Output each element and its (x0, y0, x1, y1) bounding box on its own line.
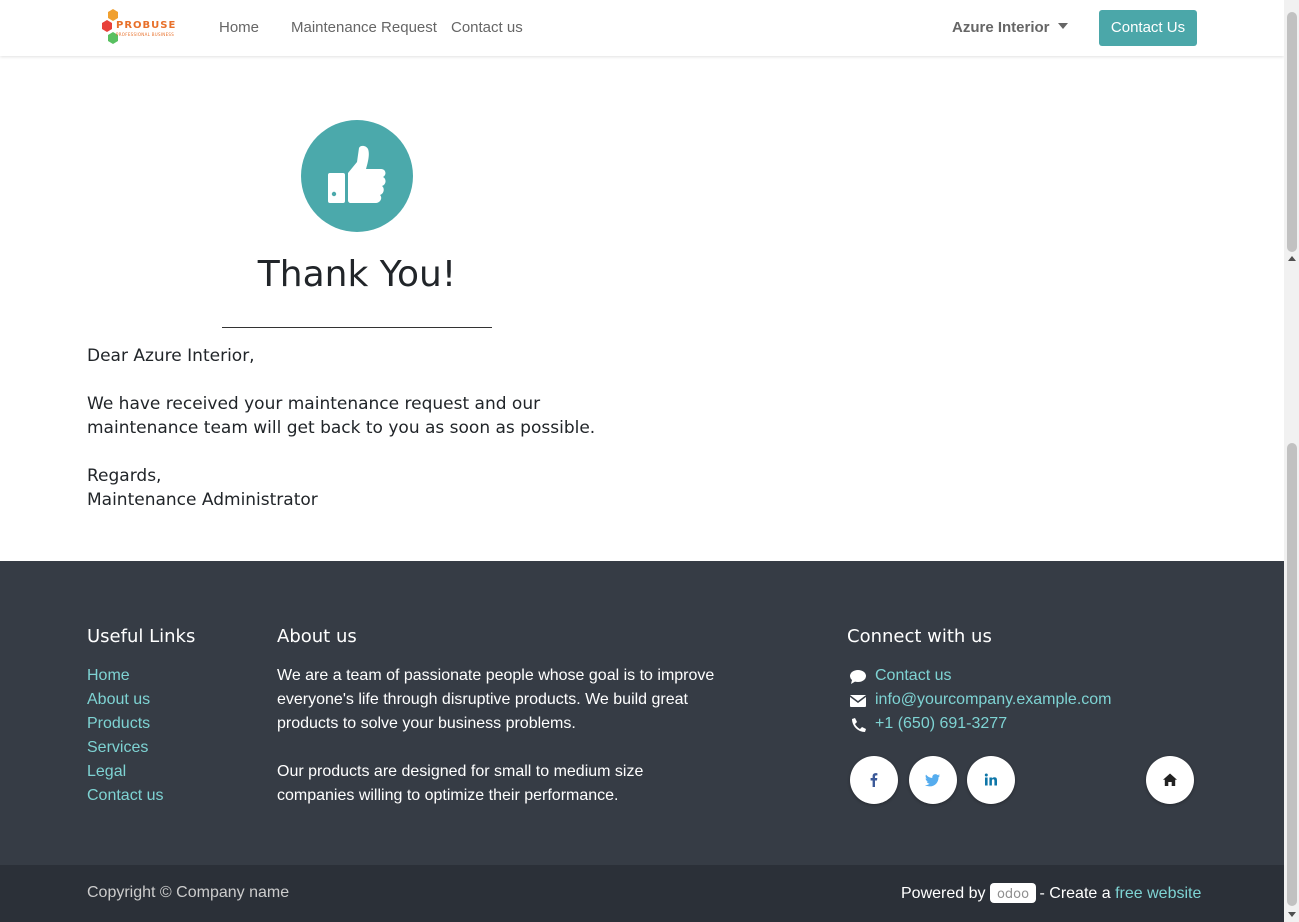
email-link[interactable]: info@yourcompany.example.com (875, 691, 1112, 709)
odoo-logo-icon: odoo (996, 887, 1028, 902)
about-text-line: everyone's life through disruptive produ… (277, 691, 688, 708)
caret-down-icon (1057, 23, 1068, 29)
scrollbar-thumb-upper[interactable] (1287, 12, 1297, 252)
powered-by-label: Powered by (901, 885, 986, 902)
page-title: Thank You! (257, 254, 457, 295)
scroll-up-arrow-icon[interactable] (1288, 256, 1296, 261)
contact-us-button[interactable]: Contact Us (1099, 10, 1197, 46)
footer-link-legal[interactable]: Legal (87, 763, 126, 781)
footer-link-products[interactable]: Products (87, 715, 150, 733)
top-navbar: PROBUSE PROFESSIONAL BUSINESS Home Maint… (0, 0, 1284, 56)
logo-text: PROBUSE (116, 20, 177, 31)
phone-link[interactable]: +1 (650) 691-3277 (875, 715, 1007, 733)
odoo-logo[interactable]: odoo (989, 883, 1036, 903)
linkedin-button[interactable] (967, 756, 1015, 804)
thumbs-up-badge (301, 120, 413, 232)
footer-link-about-us[interactable]: About us (87, 691, 150, 709)
nav-home[interactable]: Home (219, 19, 259, 36)
scroll-down-arrow-icon[interactable] (1288, 912, 1296, 917)
footer-link-contact-us[interactable]: Contact us (87, 787, 163, 805)
envelope-icon (849, 695, 867, 707)
connect-heading: Connect with us (847, 626, 992, 647)
home-icon (1163, 773, 1177, 786)
nav-contact-us[interactable]: Contact us (451, 19, 523, 36)
footer-link-services[interactable]: Services (87, 739, 148, 757)
message-line-1: We have received your maintenance reques… (87, 394, 541, 414)
regards-text: Regards, (87, 466, 162, 486)
scrollbar-thumb[interactable] (1287, 443, 1297, 906)
thumbs-up-icon (328, 145, 386, 203)
phone-icon (852, 718, 866, 732)
connect-contact-link[interactable]: Contact us (875, 667, 951, 685)
odoo-logo-wordmark: odoo (996, 887, 1028, 902)
comment-icon (850, 670, 866, 684)
facebook-icon (870, 773, 878, 787)
create-text: - Create a (1039, 885, 1111, 902)
greeting-text: Dear Azure Interior, (87, 346, 255, 366)
twitter-button[interactable] (909, 756, 957, 804)
user-dropdown[interactable]: Azure Interior (952, 19, 1068, 36)
home-button[interactable] (1146, 756, 1194, 804)
user-name: Azure Interior (952, 19, 1050, 36)
footer-link-home[interactable]: Home (87, 667, 130, 685)
page: PROBUSE PROFESSIONAL BUSINESS Home Maint… (0, 0, 1284, 922)
free-website-link[interactable]: free website (1115, 885, 1201, 902)
signature-text: Maintenance Administrator (87, 490, 318, 510)
about-us-heading: About us (277, 626, 357, 647)
about-text-line: Our products are designed for small to m… (277, 763, 644, 780)
about-text-line: companies willing to optimize their perf… (277, 787, 619, 804)
copyright-text: Copyright © Company name (87, 884, 290, 901)
facebook-button[interactable] (850, 756, 898, 804)
about-text-line: We are a team of passionate people whose… (277, 667, 715, 684)
message-line-2: maintenance team will get back to you as… (87, 418, 596, 438)
footer (0, 561, 1284, 865)
useful-links-heading: Useful Links (87, 626, 196, 647)
twitter-icon (925, 774, 940, 787)
title-divider (222, 327, 492, 328)
linkedin-icon (984, 773, 997, 786)
nav-maintenance-request[interactable]: Maintenance Request (291, 19, 437, 36)
about-text-line: products to solve your business problems… (277, 715, 576, 732)
powered-by: Powered by odoo - Create a free website (901, 883, 1201, 903)
logo-subtext: PROFESSIONAL BUSINESS (116, 32, 175, 37)
